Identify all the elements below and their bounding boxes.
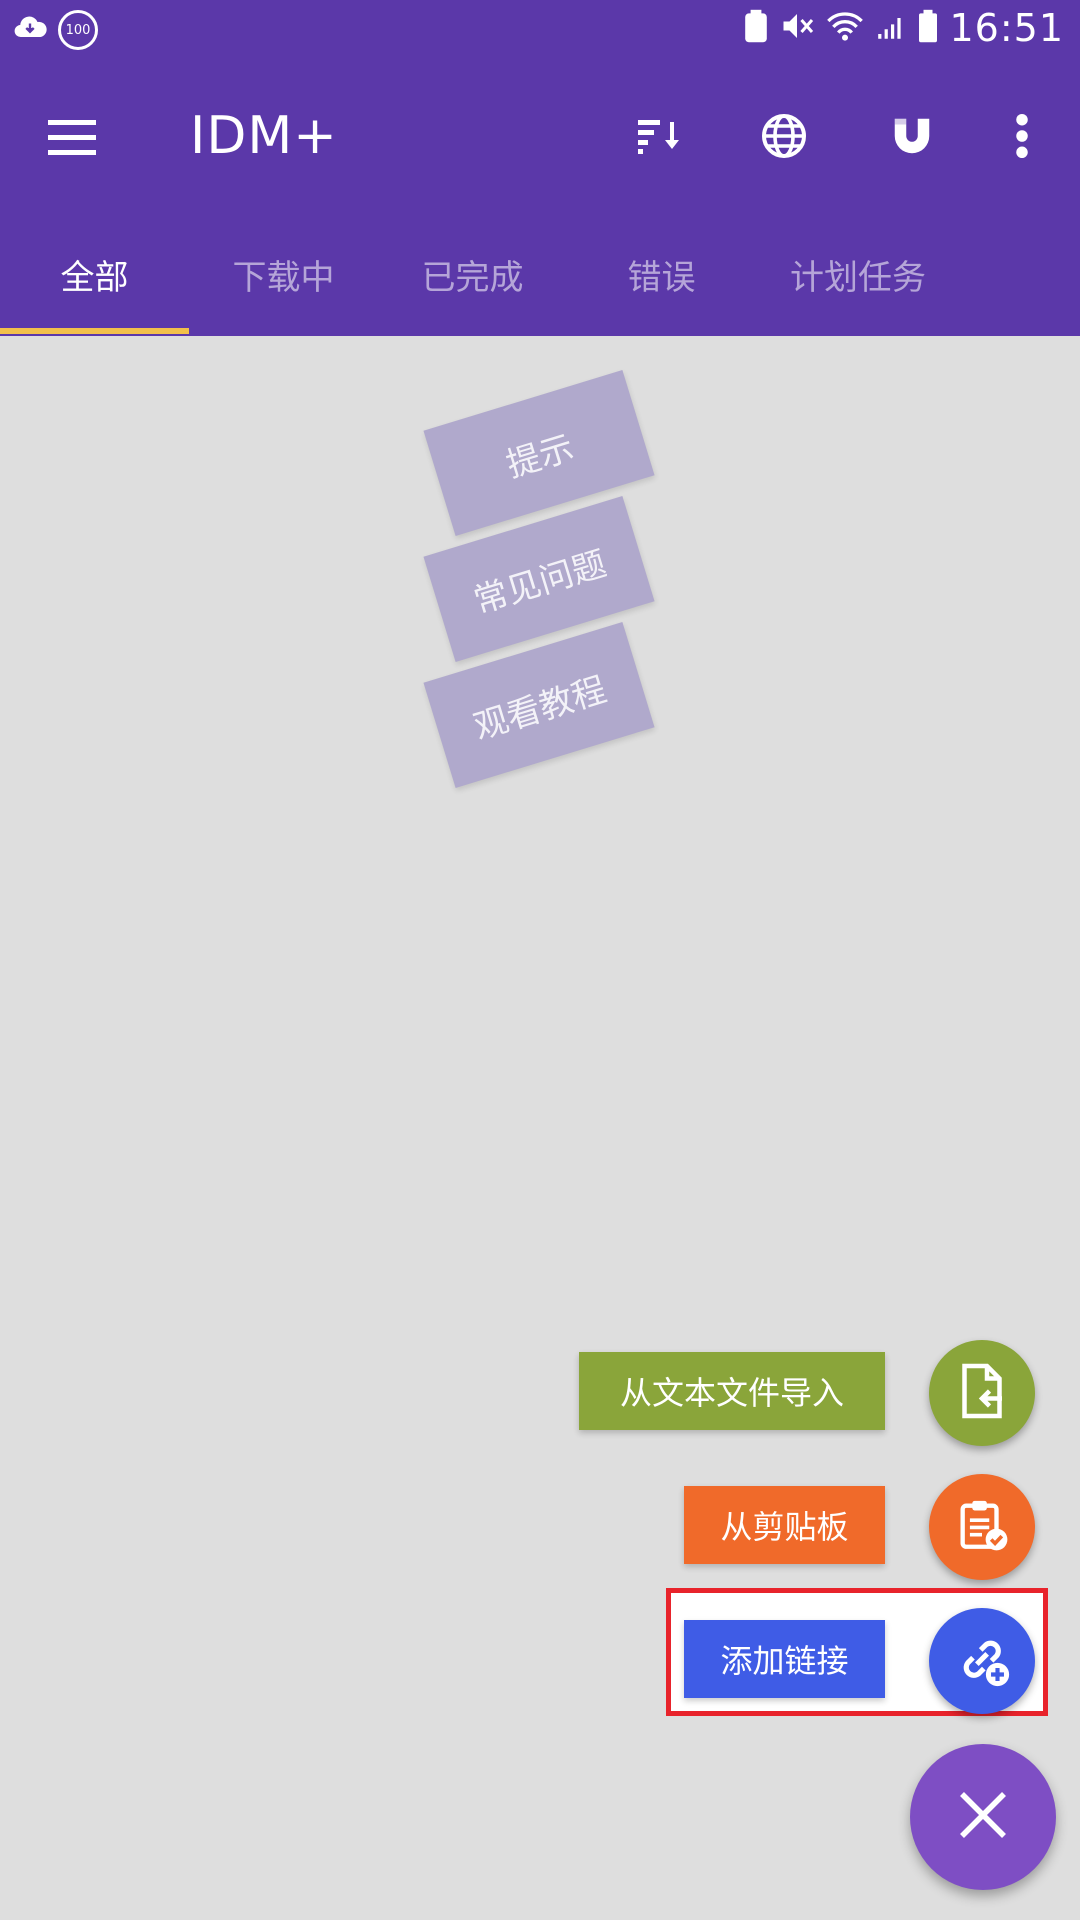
tab-completed[interactable]: 已完成 [378, 216, 567, 332]
browser-icon[interactable] [752, 104, 816, 168]
battery-icon [917, 8, 939, 48]
notification-badge: 100 [58, 10, 98, 50]
more-vert-icon[interactable] [990, 104, 1054, 168]
import-text-button[interactable] [929, 1340, 1035, 1446]
tab-bar: 全部 下载中 已完成 错误 计划任务 [0, 216, 1080, 336]
clock: 16:51 [949, 6, 1064, 50]
clipboard-check-icon [953, 1496, 1011, 1558]
tab-downloading[interactable]: 下载中 [189, 216, 378, 332]
menu-icon[interactable] [44, 116, 100, 160]
mute-icon [779, 8, 815, 48]
from-clipboard-button[interactable] [929, 1474, 1035, 1580]
sort-icon[interactable] [628, 104, 692, 168]
magnet-icon[interactable] [880, 104, 944, 168]
file-import-icon [952, 1361, 1012, 1425]
battery-saver-icon [743, 8, 769, 48]
close-fab-button[interactable] [910, 1744, 1056, 1890]
wifi-icon [825, 8, 865, 48]
signal-icon [875, 9, 907, 47]
tab-scheduled[interactable]: 计划任务 [756, 216, 960, 332]
tab-all[interactable]: 全部 [0, 216, 189, 332]
app-title: IDM+ [190, 106, 338, 166]
add-link-label[interactable]: 添加链接 [684, 1620, 885, 1698]
close-icon [955, 1787, 1011, 1847]
tab-error[interactable]: 错误 [567, 216, 756, 332]
import-text-label[interactable]: 从文本文件导入 [579, 1352, 885, 1430]
tab-indicator [0, 328, 189, 334]
status-bar: 100 16:51 [0, 0, 1080, 64]
toolbar: IDM+ [0, 64, 1080, 212]
from-clipboard-label[interactable]: 从剪贴板 [684, 1486, 885, 1564]
add-link-button[interactable] [929, 1608, 1035, 1714]
app-bar: 100 16:51 IDM+ 全部 下载中 已完成 错误 计划任务 [0, 0, 1080, 336]
cloud-download-icon [12, 10, 48, 50]
link-add-icon [951, 1628, 1013, 1694]
